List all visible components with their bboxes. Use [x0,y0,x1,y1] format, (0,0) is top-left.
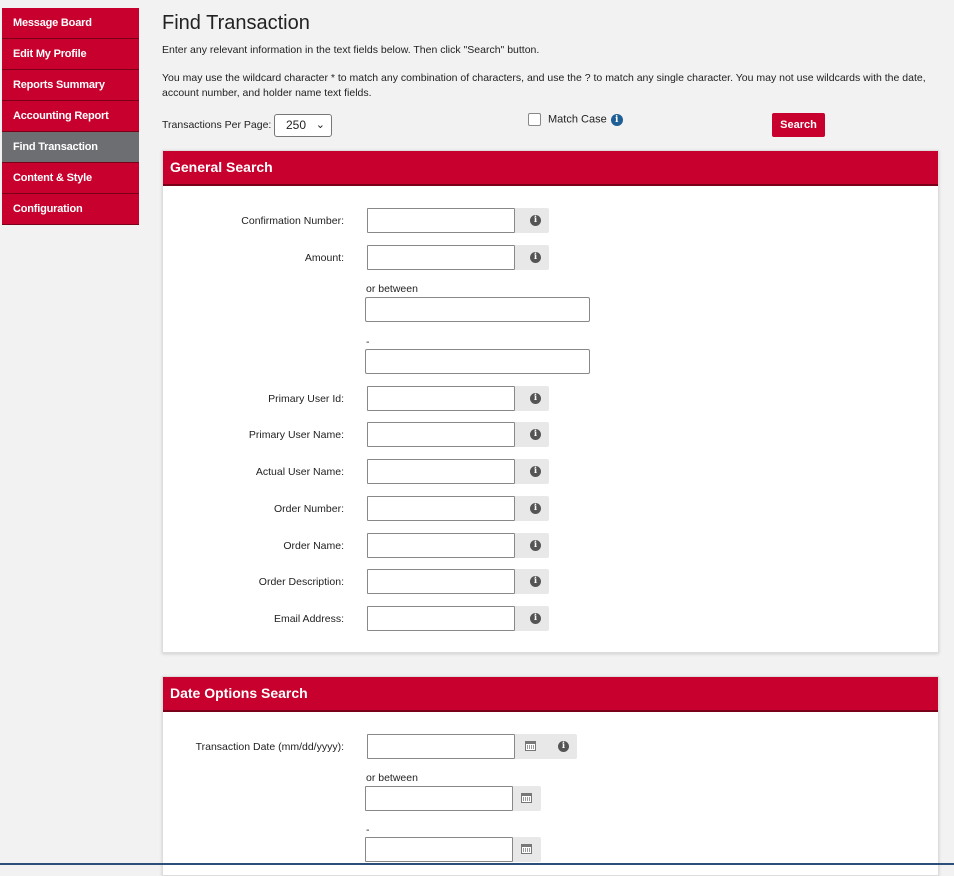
date-from-input[interactable] [365,786,513,811]
date-options-search-header: Date Options Search [163,677,938,712]
sidebar-item-content-style[interactable]: Content & Style [2,163,139,194]
primary-user-name-input[interactable] [367,422,515,447]
primary-user-name-info-addon[interactable]: i [515,422,549,447]
actual-user-name-input[interactable] [367,459,515,484]
info-icon: i [530,540,541,551]
sidebar-item-reports-summary[interactable]: Reports Summary [2,70,139,101]
date-to-calendar-addon[interactable] [513,837,541,862]
page-title: Find Transaction [162,12,310,34]
sidebar-nav: Message Board Edit My Profile Reports Su… [2,8,139,225]
order-description-input[interactable] [367,569,515,594]
confirmation-number-input[interactable] [367,208,515,233]
sidebar-item-accounting-report[interactable]: Accounting Report [2,101,139,132]
amount-range-dash: - [366,336,370,348]
calendar-icon[interactable] [525,741,536,751]
transaction-date-addon: i [515,734,577,759]
calendar-icon [521,844,532,854]
wildcard-help-line-2: account number, and holder name text fie… [162,87,372,99]
confirmation-number-info-addon[interactable]: i [515,208,549,233]
amount-from-input[interactable] [365,297,590,322]
order-name-input[interactable] [367,533,515,558]
date-range-dash: - [366,824,370,836]
info-icon: i [530,576,541,587]
info-icon: i [530,503,541,514]
transactions-per-page-select[interactable]: 250 ⌄ [274,114,332,137]
transaction-date-label: Transaction Date (mm/dd/yyyy): [195,741,344,753]
transactions-per-page-label: Transactions Per Page: [162,119,272,131]
date-options-search-panel: Date Options Search Transaction Date (mm… [162,676,939,876]
date-to-input[interactable] [365,837,513,862]
wildcard-help: You may use the wildcard character * to … [162,71,940,101]
sidebar-item-message-board[interactable]: Message Board [2,8,139,39]
order-description-label: Order Description: [258,576,344,588]
search-controls: Transactions Per Page: 250 ⌄ Match Case i… [162,113,940,139]
amount-info-addon[interactable]: i [515,245,549,270]
info-icon: i [530,466,541,477]
general-search-header: General Search [163,151,938,186]
order-description-info-addon[interactable]: i [515,569,549,594]
sidebar-item-configuration[interactable]: Configuration [2,194,139,225]
actual-user-name-info-addon[interactable]: i [515,459,549,484]
primary-user-name-label: Primary User Name: [248,429,344,441]
calendar-icon [521,793,532,803]
primary-user-id-info-addon[interactable]: i [515,386,549,411]
sidebar-item-find-transaction[interactable]: Find Transaction [2,132,139,163]
email-address-input[interactable] [367,606,515,631]
wildcard-help-line-1: You may use the wildcard character * to … [162,72,926,84]
order-name-label: Order Name: [283,540,344,552]
confirmation-number-label: Confirmation Number: [241,215,344,227]
amount-or-between-label: or between [366,283,418,295]
info-icon: i [530,429,541,440]
date-or-between-label: or between [366,772,418,784]
info-icon: i [530,613,541,624]
amount-label: Amount: [304,252,344,264]
date-from-calendar-addon[interactable] [513,786,541,811]
amount-input[interactable] [367,245,515,270]
main-content: Find Transaction Enter any relevant info… [162,0,940,139]
match-case-label: Match Case [548,113,607,126]
primary-user-id-label: Primary User Id: [268,393,344,405]
sidebar-item-edit-my-profile[interactable]: Edit My Profile [2,39,139,70]
intro-text: Enter any relevant information in the te… [162,44,540,56]
info-icon[interactable]: i [610,113,623,126]
info-icon: i [530,252,541,263]
order-number-label: Order Number: [273,503,344,515]
order-number-input[interactable] [367,496,515,521]
search-button[interactable]: Search [772,113,825,137]
match-case-group: Match Case i [528,113,623,131]
order-name-info-addon[interactable]: i [515,533,549,558]
email-address-label: Email Address: [273,613,344,625]
match-case-checkbox[interactable] [528,113,541,126]
actual-user-name-label: Actual User Name: [255,466,344,478]
info-icon[interactable]: i [558,741,569,752]
primary-user-id-input[interactable] [367,386,515,411]
info-icon: i [530,393,541,404]
amount-to-input[interactable] [365,349,590,374]
order-number-info-addon[interactable]: i [515,496,549,521]
general-search-panel: General Search Confirmation Number: i Am… [162,150,939,653]
chevron-down-icon: ⌄ [315,119,325,131]
email-address-info-addon[interactable]: i [515,606,549,631]
transactions-per-page-value: 250 [286,118,307,132]
transaction-date-input[interactable] [367,734,515,759]
info-icon: i [530,215,541,226]
